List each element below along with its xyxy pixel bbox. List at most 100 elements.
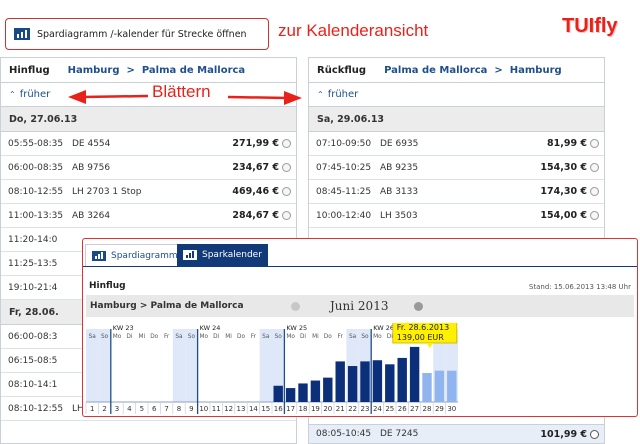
weekday-label: So: [188, 334, 196, 340]
day-number: 25: [385, 405, 394, 413]
price-bar: [347, 366, 358, 402]
return-day-header: Sa, 29.06.13: [309, 107, 604, 132]
day-number: 29: [435, 405, 444, 413]
weekday-label: So: [101, 334, 109, 340]
flight-number: DE 4554: [72, 138, 111, 149]
weekday-label: So: [275, 334, 283, 340]
outbound-day-header: Do, 27.06.13: [1, 107, 296, 132]
outbound-header: Hinflug Hamburg > Palma de Mallorca: [1, 57, 296, 83]
price-bar: [385, 364, 395, 402]
weekday-label: Do: [150, 334, 158, 340]
next-month-icon[interactable]: [414, 301, 423, 311]
double-up-icon: ⌃: [9, 90, 16, 99]
radio-button[interactable]: [282, 139, 291, 148]
outbound-route: Hamburg > Palma de Mallorca: [67, 64, 246, 76]
outbound-flight-row[interactable]: 11:00-13:35 AB 3264 284,67 €: [1, 204, 296, 228]
flight-time: 06:15-08:5: [8, 355, 58, 366]
day-number: 18: [299, 405, 308, 413]
day-number: 22: [348, 405, 357, 413]
outbound-flight-row[interactable]: 05:55-08:35 DE 4554 271,99 €: [1, 132, 296, 156]
weekday-label: So: [361, 334, 369, 340]
return-label: Rückflug: [317, 64, 367, 76]
month-label: Juni 2013: [330, 299, 389, 313]
return-flight-row[interactable]: 07:45-10:25 AB 9235 154,30 €: [309, 156, 604, 180]
day-number: 17: [286, 405, 295, 413]
outbound-flight-row[interactable]: 08:10-12:55 LH 2703 1 Stop 469,46 €: [1, 180, 296, 204]
price-bar: [323, 377, 333, 402]
price-bar: [310, 380, 321, 402]
return-row-last[interactable]: 08:05-10:45 DE 7245 101,99 €: [308, 424, 605, 444]
flight-price: 284,67 €: [232, 210, 279, 221]
radio-button[interactable]: [590, 187, 599, 196]
weekday-label: Fr: [338, 334, 344, 340]
radio-button[interactable]: [590, 163, 599, 172]
outbound-label: Hinflug: [9, 64, 50, 76]
day-number: 4: [127, 405, 132, 413]
flight-price: 469,46 €: [232, 186, 279, 197]
weekday-label: Sa: [175, 334, 183, 340]
return-earlier-link[interactable]: ⌃ früher: [309, 83, 604, 107]
day-number: 23: [361, 405, 370, 413]
radio-button[interactable]: [282, 187, 291, 196]
flight-time: 07:45-10:25: [316, 162, 372, 173]
price-bar: [409, 346, 420, 402]
flight-time: 06:00-08:3: [8, 331, 58, 342]
prev-month-icon[interactable]: [291, 301, 300, 311]
weekday-label: Di: [300, 334, 306, 340]
open-spardiagramm-button[interactable]: Spardiagramm /-kalender für Strecke öffn…: [5, 18, 269, 50]
widget-timestamp: Stand: 15.06.2013 13:48 Uhr: [528, 283, 631, 291]
tab-sparkalender[interactable]: Sparkalender: [177, 244, 268, 266]
return-route: Palma de Mallorca > Hamburg: [384, 64, 562, 76]
flight-time: 08:10-12:55: [8, 403, 64, 414]
flight-number: AB 3133: [380, 186, 419, 197]
day-number: 27: [410, 405, 419, 413]
return-flight-row[interactable]: 07:10-09:50 DE 6935 81,99 €: [309, 132, 604, 156]
flight-number: LH 3503: [380, 210, 418, 221]
weekday-label: Mo: [373, 334, 382, 340]
day-number: 24: [373, 405, 382, 413]
price-bar: [273, 385, 283, 402]
weekday-label: Do: [324, 334, 332, 340]
day-number: 5: [140, 405, 144, 413]
price-bar: [298, 383, 308, 402]
flight-time: 11:20-14:0: [8, 234, 58, 245]
price-bar: [397, 357, 407, 402]
flight-time: 08:10-12:55: [8, 186, 64, 197]
flight-number: AB 9756: [72, 162, 111, 173]
day-number: 11: [212, 405, 221, 413]
flight-number: AB 9235: [380, 162, 419, 173]
tab-spardiagramm[interactable]: Spardiagramm: [85, 244, 185, 266]
radio-button[interactable]: [590, 139, 599, 148]
flight-price: 81,99 €: [547, 138, 587, 149]
weekday-label: Mi: [312, 334, 319, 340]
outbound-flight-row[interactable]: 06:00-08:35 AB 9756 234,67 €: [1, 156, 296, 180]
radio-button[interactable]: [590, 211, 599, 220]
radio-button[interactable]: [590, 429, 599, 439]
flight-time: 05:55-08:35: [8, 138, 64, 149]
weekday-label: Sa: [89, 334, 97, 340]
day-number: 14: [249, 405, 258, 413]
flight-price: 271,99 €: [232, 138, 279, 149]
day-number: 1: [90, 405, 94, 413]
flight-price: 234,67 €: [232, 162, 279, 173]
flight-time: 19:10-21:4: [8, 282, 58, 293]
flight-price: 174,30 €: [540, 186, 587, 197]
flight-number: LH 2703 1 Stop: [72, 186, 142, 197]
bar-chart-icon: [183, 250, 197, 260]
flight-time: 06:00-08:35: [8, 162, 64, 173]
price-bar: [360, 361, 370, 402]
return-flight-row[interactable]: 08:45-11:25 AB 3133 174,30 €: [309, 180, 604, 204]
savings-calendar-widget: Spardiagramm Sparkalender Hinflug Stand:…: [82, 238, 638, 417]
day-number: 3: [115, 405, 119, 413]
weekday-label: Di: [387, 334, 393, 340]
price-bar: [434, 370, 445, 402]
price-bar: [447, 370, 457, 402]
radio-button[interactable]: [282, 163, 291, 172]
flight-time: 11:25-13:5: [8, 258, 58, 269]
return-flight-row[interactable]: 10:00-12:40 LH 3503 154,00 €: [309, 204, 604, 228]
double-up-icon: ⌃: [317, 90, 324, 99]
radio-button[interactable]: [282, 211, 291, 220]
week-label: KW 23: [113, 324, 134, 332]
bar-chart-icon: [92, 250, 106, 261]
flight-price: 154,30 €: [540, 162, 587, 173]
